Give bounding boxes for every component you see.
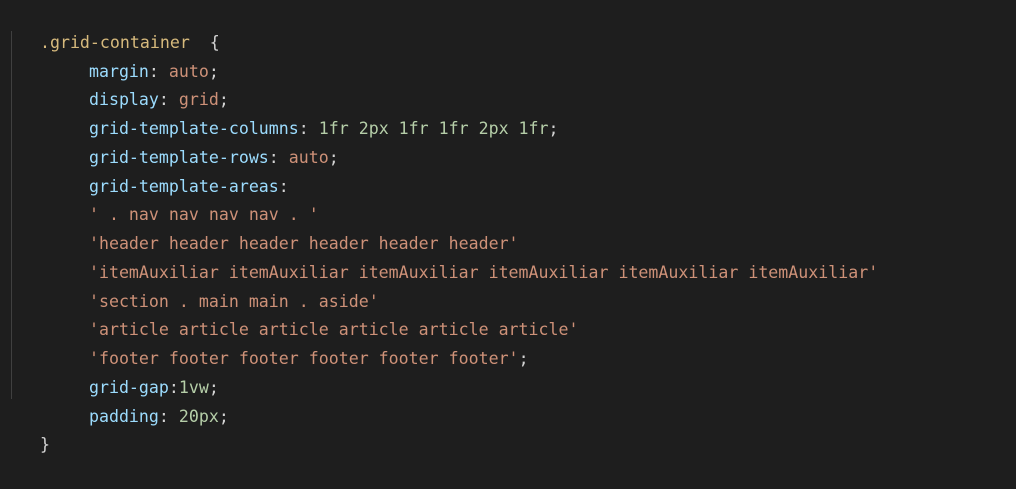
code-line-1[interactable]: .grid-container { <box>0 0 220 52</box>
code-line-11[interactable]: 'article article article article article… <box>49 288 579 339</box>
code-line-3[interactable]: display: grid; <box>49 58 229 109</box>
indent-guide <box>11 31 12 399</box>
code-line-15[interactable]: } <box>0 403 50 454</box>
code-line-14[interactable]: padding: 20px; <box>49 374 229 426</box>
code-editor[interactable]: .grid-container { margin: auto; display:… <box>0 0 1016 454</box>
css-value: 20px <box>178 406 219 426</box>
semicolon: ; <box>548 119 559 138</box>
code-line-6[interactable]: grid-template-areas: <box>49 144 289 196</box>
semicolon: ; <box>328 147 339 167</box>
code-line-2[interactable]: margin: auto; <box>49 29 219 81</box>
code-line-9[interactable]: 'itemAuxiliar itemAuxiliar itemAuxiliar … <box>49 230 878 282</box>
css-value: 1fr 2px 1fr 1fr 2px 1fr <box>318 119 549 138</box>
code-line-12[interactable]: 'footer footer footer footer footer foot… <box>49 316 529 368</box>
code-line-4[interactable]: grid-template-columns: 1fr 2px 1fr 1fr 2… <box>49 86 559 138</box>
close-brace: } <box>39 435 50 455</box>
code-line-10[interactable]: 'section . main main . aside' <box>49 259 379 311</box>
semicolon: ; <box>218 406 229 426</box>
colon: : <box>158 406 179 426</box>
code-line-13[interactable]: grid-gap:1vw; <box>49 345 219 397</box>
css-value: auto <box>288 147 329 167</box>
code-line-8[interactable]: 'header header header header header head… <box>49 201 519 253</box>
semicolon: ; <box>518 349 529 368</box>
code-line-5[interactable]: grid-template-rows: auto; <box>49 115 339 167</box>
code-line-7[interactable]: ' . nav nav nav nav . ' <box>49 173 319 224</box>
css-property: padding <box>88 406 159 426</box>
